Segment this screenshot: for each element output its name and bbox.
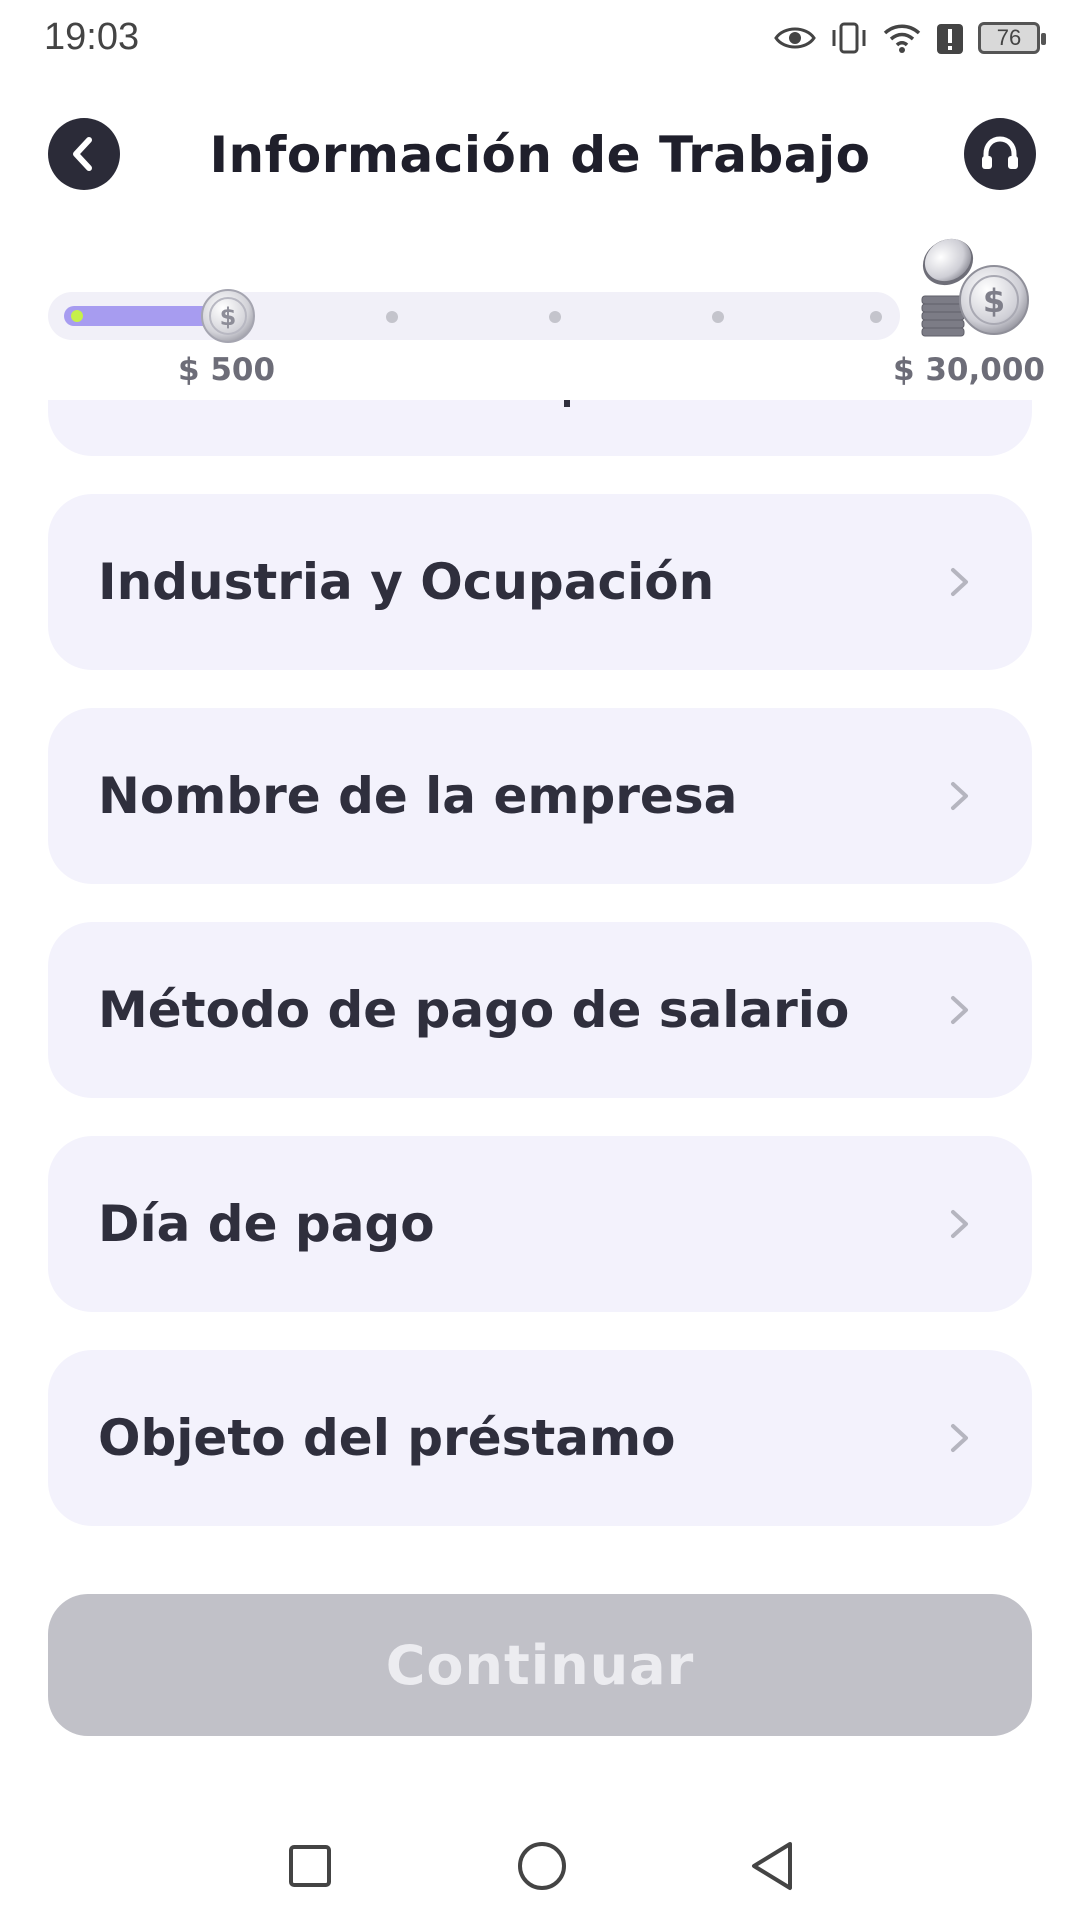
home-button[interactable] <box>512 1836 572 1896</box>
page-title: Información de Trabajo <box>209 126 871 184</box>
system-nav-bar <box>0 1820 1080 1920</box>
list-item-company[interactable]: Nombre de la empresa <box>48 708 1032 884</box>
svg-text:$: $ <box>220 303 237 331</box>
list-item-salary-method[interactable]: Método de pago de salario <box>48 922 1032 1098</box>
progress-step-dot <box>870 311 882 323</box>
back-nav-button[interactable] <box>742 1836 802 1896</box>
recent-apps-icon <box>289 1845 331 1887</box>
continue-button[interactable]: Continuar <box>48 1594 1032 1736</box>
header: Información de Trabajo <box>0 118 1080 194</box>
min-amount-label: $ 500 <box>178 352 276 388</box>
status-icons: 76 <box>774 16 1046 60</box>
progress-step-dot <box>386 311 398 323</box>
list-item-label: Nombre de la empresa <box>98 767 738 825</box>
coin-stack-icon: $ <box>921 238 1029 337</box>
continue-button-label: Continuar <box>385 1633 695 1697</box>
chevron-right-icon <box>951 568 968 596</box>
list-item-industry[interactable]: Industria y Ocupación <box>48 494 1032 670</box>
progress-step-dot <box>549 311 561 323</box>
list-item-loan-purpose[interactable]: Objeto del préstamo <box>48 1350 1032 1526</box>
support-button[interactable] <box>964 118 1036 190</box>
home-icon <box>518 1842 566 1890</box>
max-amount-label: $ 30,000 <box>893 352 1045 388</box>
chevron-right-icon <box>951 996 968 1024</box>
headset-icon <box>982 136 1018 169</box>
alert-icon <box>936 21 964 55</box>
recent-apps-button[interactable] <box>280 1836 340 1896</box>
list-item-label: Método de pago de salario <box>98 981 850 1039</box>
back-triangle-icon <box>752 1842 792 1890</box>
eye-icon <box>774 23 816 53</box>
svg-text:$: $ <box>983 282 1005 320</box>
status-bar: 19:03 76 <box>0 0 1080 78</box>
list-item-payday[interactable]: Día de pago <box>48 1136 1032 1312</box>
list-item-label: Industria y Ocupación <box>98 553 715 611</box>
loan-progress: $ $ $ 500 $ 30,000 <box>0 230 1080 400</box>
progress-start-dot <box>71 310 83 322</box>
coin-thumb-icon: $ <box>201 289 255 343</box>
chevron-right-icon <box>951 1210 968 1238</box>
wifi-icon <box>882 21 922 55</box>
list-item-label: Objeto del préstamo <box>98 1409 676 1467</box>
chevron-right-icon <box>951 782 968 810</box>
progress-step-dot <box>712 311 724 323</box>
list-item-label: Día de pago <box>98 1195 435 1253</box>
status-time: 19:03 <box>44 16 140 58</box>
vibrate-icon <box>830 21 868 55</box>
battery-icon: 76 <box>978 22 1046 54</box>
chevron-right-icon <box>951 1424 968 1452</box>
